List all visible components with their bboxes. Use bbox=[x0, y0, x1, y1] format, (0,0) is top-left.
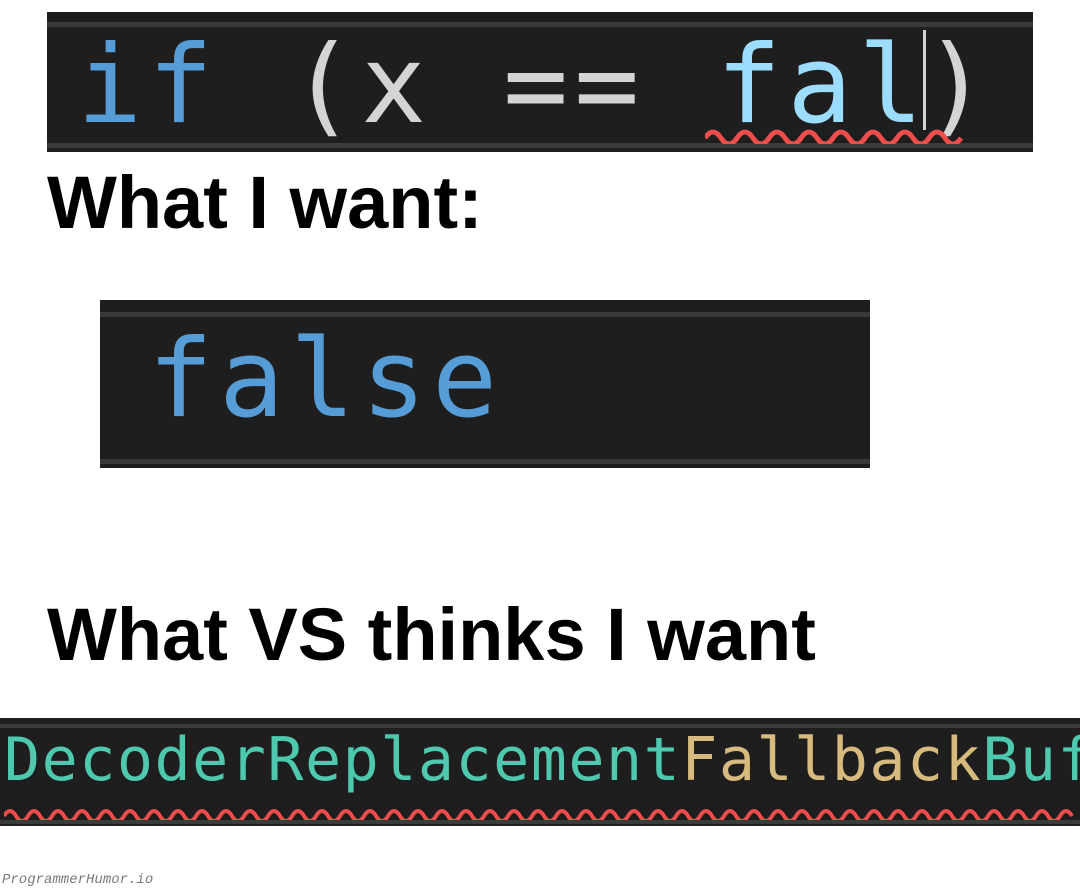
code-snippet-autocomplete: DecoderReplacementFallbackBuffer bbox=[0, 718, 1080, 826]
paren-open: ( bbox=[290, 23, 361, 148]
operator-equals: == bbox=[503, 23, 645, 148]
editor-ruler bbox=[100, 459, 870, 464]
watermark: ProgrammerHumor.io bbox=[2, 872, 153, 888]
error-squiggle bbox=[705, 126, 965, 144]
code-line: DecoderReplacementFallbackBuffer bbox=[4, 730, 1080, 790]
keyword-false: false bbox=[148, 317, 503, 442]
code-snippet-input: if (x == fal) bbox=[47, 12, 1033, 152]
type-part-replacement: Replacement bbox=[267, 725, 681, 795]
type-part-buffer: Buffer bbox=[982, 725, 1080, 795]
error-squiggle bbox=[4, 806, 1076, 820]
code-line: false bbox=[148, 326, 503, 434]
caption-vs-thinks: What VS thinks I want bbox=[47, 592, 816, 677]
caption-want: What I want: bbox=[47, 160, 483, 245]
code-line: if (x == fal) bbox=[77, 30, 994, 140]
type-part-fallback: Fallback bbox=[681, 725, 982, 795]
code-snippet-desired: false bbox=[100, 300, 870, 468]
type-part-decoder: Decoder bbox=[4, 725, 267, 795]
editor-ruler bbox=[0, 820, 1080, 824]
keyword-if: if bbox=[77, 23, 219, 148]
identifier-x: x bbox=[361, 23, 432, 148]
